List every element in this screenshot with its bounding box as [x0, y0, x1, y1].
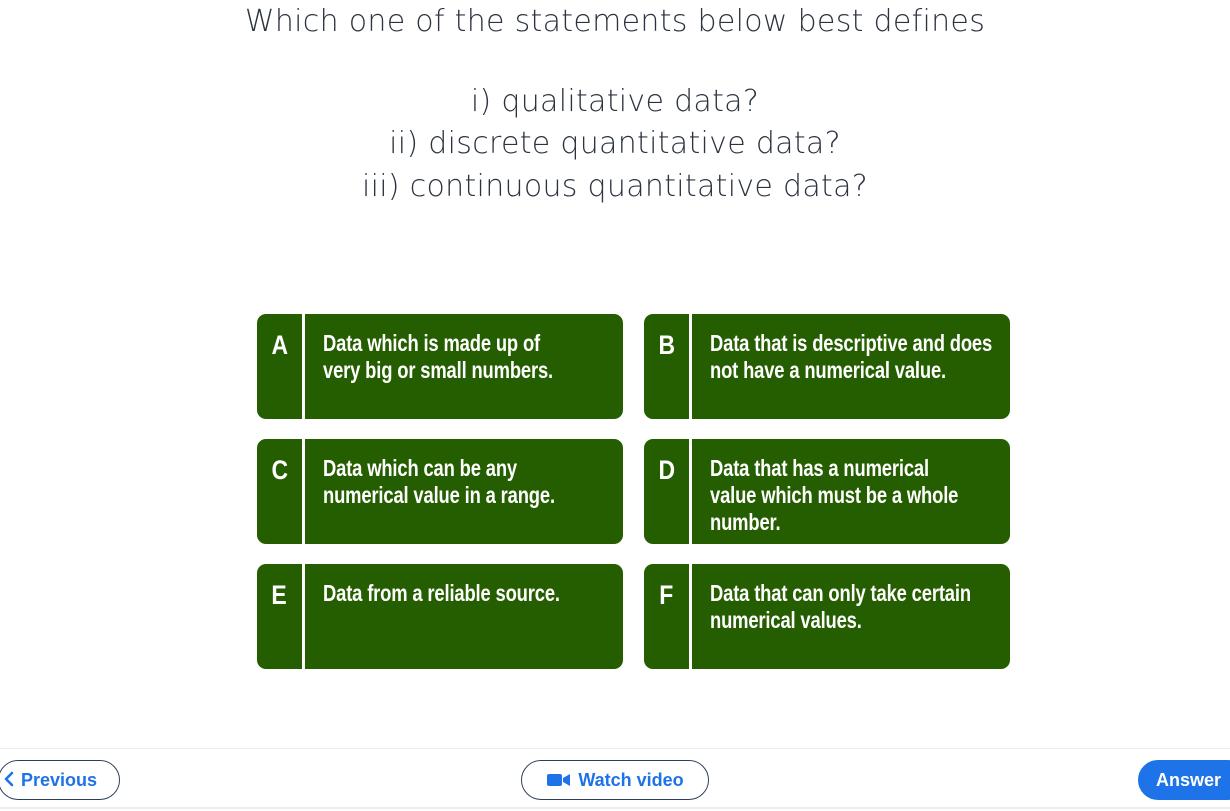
option-text-line: Data which is made up of	[323, 330, 540, 356]
option-letter: E	[271, 580, 288, 610]
option-letter: B	[658, 330, 675, 360]
option-card-d[interactable]: D Data that has a numerical value which …	[644, 439, 1010, 544]
video-camera-icon	[546, 772, 572, 788]
chevron-left-icon	[3, 771, 15, 790]
option-text: Data which is made up of very big or sma…	[323, 330, 627, 384]
question-intro: Which one of the statements below best d…	[244, 4, 986, 39]
option-card-a[interactable]: A Data which is made up of very big or s…	[257, 314, 623, 419]
question-part-1: i) qualitative data?	[470, 84, 760, 119]
option-card-e[interactable]: E Data from a reliable source.	[257, 564, 623, 669]
option-text-line: Data that can only take certain	[710, 580, 971, 606]
option-text-line: number.	[710, 509, 781, 535]
option-text-line: very big or small numbers.	[323, 357, 554, 383]
footer-divider	[0, 748, 1230, 749]
previous-label: Previous	[21, 769, 98, 790]
option-letter: D	[658, 455, 675, 485]
previous-button[interactable]: Previous	[0, 760, 120, 800]
answer-label: Answer	[1156, 769, 1222, 790]
option-text-line: numerical values.	[710, 607, 862, 633]
watch-video-button[interactable]: Watch video	[521, 760, 709, 800]
option-letter: F	[659, 580, 674, 610]
option-text-line: Data from a reliable source.	[323, 580, 560, 606]
watch-video-label: Watch video	[578, 769, 684, 790]
option-text: Data that is descriptive and does not ha…	[710, 330, 1014, 384]
question-part-3: iii) continuous quantitative data?	[361, 169, 868, 204]
answer-button[interactable]: Answer	[1138, 760, 1230, 800]
option-text-line: Data that is descriptive and does	[710, 330, 993, 356]
question-part-2: ii) discrete quantitative data?	[389, 126, 841, 161]
option-text-line: value which must be a whole	[710, 482, 959, 508]
option-text: Data that can only take certain numerica…	[710, 580, 1014, 634]
bottom-border	[0, 807, 1230, 809]
option-text-line: numerical value in a range.	[323, 482, 555, 508]
option-text: Data from a reliable source.	[323, 580, 627, 607]
option-text-line: not have a numerical value.	[710, 357, 946, 383]
option-letter: A	[271, 330, 288, 360]
option-text-line: Data which can be any	[323, 455, 517, 481]
quiz-page: Which one of the statements below best d…	[0, 0, 1230, 811]
option-text: Data which can be any numerical value in…	[323, 455, 627, 509]
option-card-b[interactable]: B Data that is descriptive and does not …	[644, 314, 1010, 419]
option-card-f[interactable]: F Data that can only take certain numeri…	[644, 564, 1010, 669]
option-card-c[interactable]: C Data which can be any numerical value …	[257, 439, 623, 544]
option-text: Data that has a numerical value which mu…	[710, 455, 1014, 536]
option-letter: C	[271, 455, 288, 485]
option-text-line: Data that has a numerical	[710, 455, 929, 481]
